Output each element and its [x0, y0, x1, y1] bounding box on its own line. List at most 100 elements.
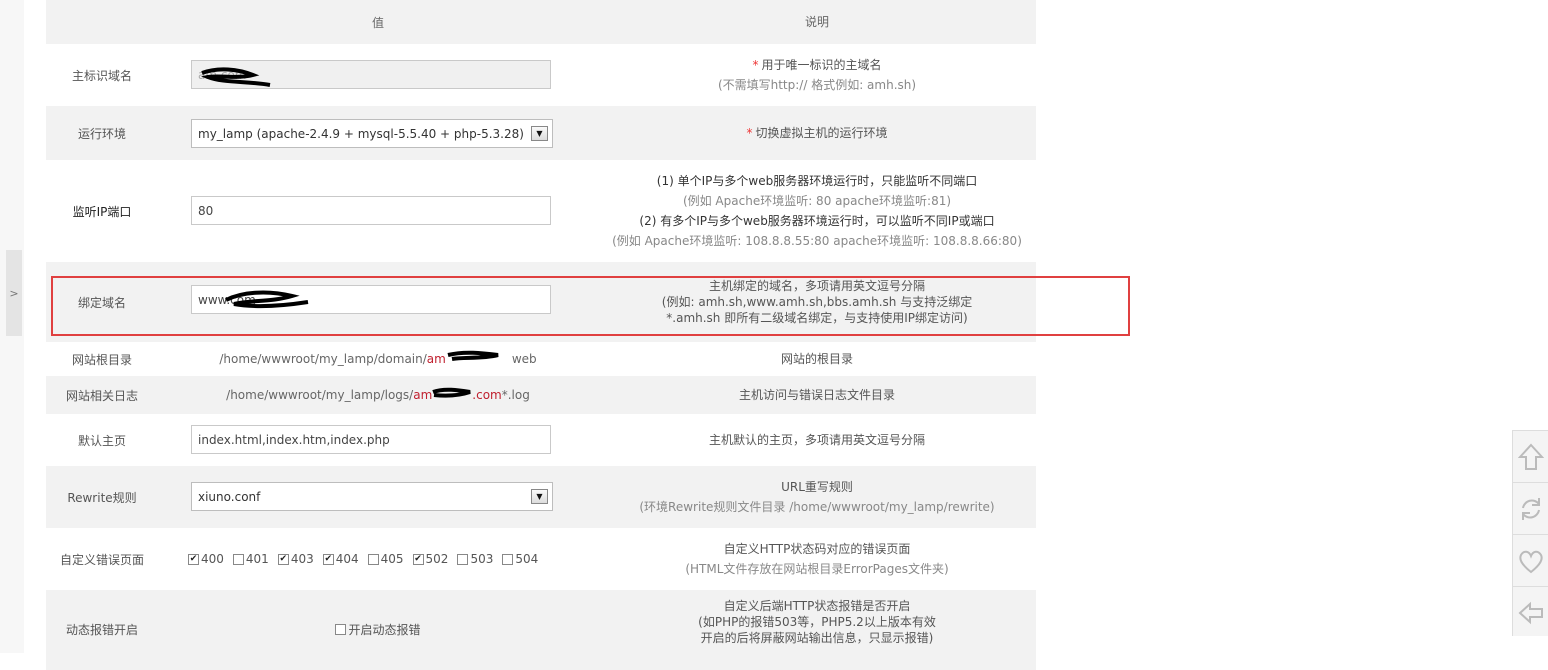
label-listen-port: 监听IP端口: [72, 204, 132, 219]
redaction-scribble: [225, 290, 309, 309]
error-code-checkbox[interactable]: ✔ 502: [412, 552, 449, 566]
error-code-label: 503: [470, 552, 494, 566]
checkbox-box: [232, 553, 244, 565]
web-root-prefix: /home/wwwroot/my_lamp/domain/: [219, 352, 427, 366]
arrow-up-icon: [1518, 443, 1544, 470]
sidebar-toggle[interactable]: >: [6, 250, 22, 336]
row-web-root: 网站根目录 /home/wwwroot/my_lamp/domain/am web…: [46, 342, 1036, 376]
row-dynamic-errors: 动态报错开启 开启动态报错 自定义后端HTTP状态报错是否开启 (如PHP的报错…: [46, 590, 1036, 670]
desc-runtime-env: * 切换虚拟主机的运行环境: [598, 106, 1036, 160]
runtime-env-select[interactable]: my_lamp (apache-2.4.9 + mysql-5.5.40 + p…: [191, 119, 553, 148]
desc-runtime-env-text: 切换虚拟主机的运行环境: [755, 126, 888, 140]
desc-main-domain-text: 用于唯一标识的主域名: [761, 58, 882, 72]
desc-bind-line2: (例如: amh.sh,www.amh.sh,bbs.amh.sh 与支持泛绑定: [661, 295, 973, 309]
desc-main-domain-hint: (不需填写http:// 格式例如: amh.sh): [717, 78, 917, 92]
web-root-suffix: web: [511, 352, 537, 366]
site-logs-path: /home/wwwroot/my_lamp/logs/am .com *.log: [158, 376, 598, 414]
rewrite-select[interactable]: xiuno.conf ▼: [191, 482, 553, 511]
refresh-button[interactable]: [1513, 483, 1548, 535]
label-bind-domain: 绑定域名: [77, 295, 126, 310]
dynamic-errors-label: 开启动态报错: [348, 622, 421, 637]
desc-errors-line2: (HTML文件存放在网站根目录ErrorPages文件夹): [685, 562, 949, 576]
desc-default-index: 主机默认的主页，多项请用英文逗号分隔: [708, 433, 925, 447]
desc-port-line1: (1) 单个IP与多个web服务器环境运行时，只能监听不同端口: [656, 174, 978, 188]
checkbox-box: [367, 553, 379, 565]
label-main-domain: 主标识域名: [71, 68, 132, 83]
checkmark-icon: ✔: [188, 553, 199, 565]
logs-red: am: [413, 388, 433, 402]
header-desc: 说明: [804, 15, 829, 29]
desc-rewrite-line1: URL重写规则: [781, 480, 853, 494]
desc-listen-port: (1) 单个IP与多个web服务器环境运行时，只能监听不同端口 (例如 Apac…: [598, 160, 1036, 262]
error-code-label: 504: [515, 552, 539, 566]
listen-port-value: 80: [198, 203, 214, 218]
label-custom-errors: 自定义错误页面: [59, 552, 144, 567]
row-listen-port: 监听IP端口 80 (1) 单个IP与多个web服务器环境运行时，只能监听不同端…: [46, 160, 1036, 262]
checkmark-icon: ✔: [412, 553, 424, 565]
checkbox-box: [335, 623, 347, 635]
desc-errors-line1: 自定义HTTP状态码对应的错误页面: [723, 542, 911, 556]
error-code-label: 400: [201, 552, 224, 566]
back-button[interactable]: [1513, 587, 1548, 638]
error-code-label: 404: [335, 552, 359, 566]
refresh-icon: [1522, 497, 1540, 520]
desc-bind-domain: 主机绑定的域名，多项请用英文逗号分隔 (例如: amh.sh,www.amh.s…: [598, 262, 1036, 342]
dynamic-errors-group: 开启动态报错: [158, 590, 598, 668]
error-codes-group: ✔ 400 401 ✔ 403 ✔ 404 405 ✔ 502 503 504: [158, 528, 598, 590]
logs-red-2: .com: [472, 388, 502, 402]
desc-web-root: 网站的根目录: [780, 352, 853, 366]
error-code-checkbox[interactable]: 401: [232, 552, 269, 566]
dynamic-errors-checkbox[interactable]: 开启动态报错: [335, 621, 421, 638]
rewrite-value: xiuno.conf: [198, 489, 261, 504]
error-codes-checkboxes: ✔ 400 401 ✔ 403 ✔ 404 405 ✔ 502 503 504: [188, 552, 547, 566]
listen-port-input[interactable]: 80: [191, 196, 551, 225]
desc-port-line2: (例如 Apache环境监听: 80 apache环境监听:81): [682, 194, 952, 208]
scroll-top-button[interactable]: [1513, 431, 1548, 483]
row-default-index: 默认主页 index.html,index.htm,index.php 主机默认…: [46, 414, 1036, 466]
desc-site-logs: 主机访问与错误日志文件目录: [738, 388, 895, 402]
desc-main-domain: * 用于唯一标识的主域名 (不需填写http:// 格式例如: amh.sh): [598, 44, 1036, 106]
runtime-env-value: my_lamp (apache-2.4.9 + mysql-5.5.40 + p…: [198, 126, 524, 141]
bind-domain-input[interactable]: www.com: [191, 285, 551, 314]
logs-suffix: *.log: [501, 388, 530, 402]
default-index-value: index.html,index.htm,index.php: [198, 432, 390, 447]
desc-dynamic-line3: 开启的后将屏蔽网站输出信息，只显示报错): [700, 631, 934, 645]
table-header: 值 说明: [46, 0, 1036, 44]
error-code-label: 401: [245, 552, 269, 566]
error-code-label: 502: [425, 552, 449, 566]
favorite-button[interactable]: [1513, 535, 1548, 587]
checkmark-icon: ✔: [277, 553, 289, 565]
error-code-checkbox[interactable]: 504: [502, 552, 538, 566]
label-runtime-env: 运行环境: [77, 126, 126, 141]
row-site-logs: 网站相关日志 /home/wwwroot/my_lamp/logs/am .com…: [46, 376, 1036, 414]
desc-port-line4: (例如 Apache环境监听: 108.8.8.55:80 apache环境监听…: [612, 234, 1022, 248]
error-code-checkbox[interactable]: 503: [457, 552, 493, 566]
redaction-scribble: [200, 67, 271, 87]
web-root-path: /home/wwwroot/my_lamp/domain/am web: [158, 342, 598, 376]
desc-rewrite-line2: (环境Rewrite规则文件目录 /home/wwwroot/my_lamp/r…: [639, 500, 995, 514]
chevron-down-icon: ▼: [531, 126, 548, 141]
side-toggle-glyph: >: [9, 286, 19, 300]
row-rewrite: Rewrite规则 xiuno.conf ▼ URL重写规则 (环境Rewrit…: [46, 466, 1036, 528]
chevron-down-icon: ▼: [531, 489, 548, 504]
row-main-domain: 主标识域名 am.com * 用于唯一标识的主域名 (不需填写http:// 格式…: [46, 44, 1036, 106]
share-back-icon: [1518, 601, 1543, 624]
error-code-checkbox[interactable]: 405: [367, 552, 404, 566]
label-default-index: 默认主页: [77, 433, 126, 448]
error-code-checkbox[interactable]: ✔ 404: [322, 552, 359, 566]
desc-dynamic-errors: 自定义后端HTTP状态报错是否开启 (如PHP的报错503等，PHP5.2以上版…: [598, 598, 1036, 646]
error-code-checkbox[interactable]: ✔ 403: [277, 552, 314, 566]
error-code-checkbox[interactable]: ✔ 400: [188, 552, 224, 566]
main-domain-input[interactable]: am.com: [191, 60, 551, 89]
heart-icon: [1519, 550, 1543, 573]
desc-rewrite: URL重写规则 (环境Rewrite规则文件目录 /home/wwwroot/m…: [598, 466, 1036, 528]
default-index-input[interactable]: index.html,index.htm,index.php: [191, 425, 551, 454]
web-root-red: am: [426, 352, 446, 366]
required-mark: *: [746, 126, 753, 140]
row-custom-errors: 自定义错误页面 ✔ 400 401 ✔ 403 ✔ 404 405 ✔ 502 503 504 自定义…: [46, 528, 1036, 590]
error-code-label: 405: [380, 552, 404, 566]
label-dynamic-errors: 动态报错开启: [65, 622, 138, 637]
row-bind-domain: 绑定域名 www.com 主机绑定的域名，多项请用英文逗号分隔 (例如: amh…: [46, 262, 1036, 342]
checkmark-icon: ✔: [322, 553, 334, 565]
desc-port-line3: (2) 有多个IP与多个web服务器环境运行时，可以监听不同IP或端口: [639, 214, 995, 228]
